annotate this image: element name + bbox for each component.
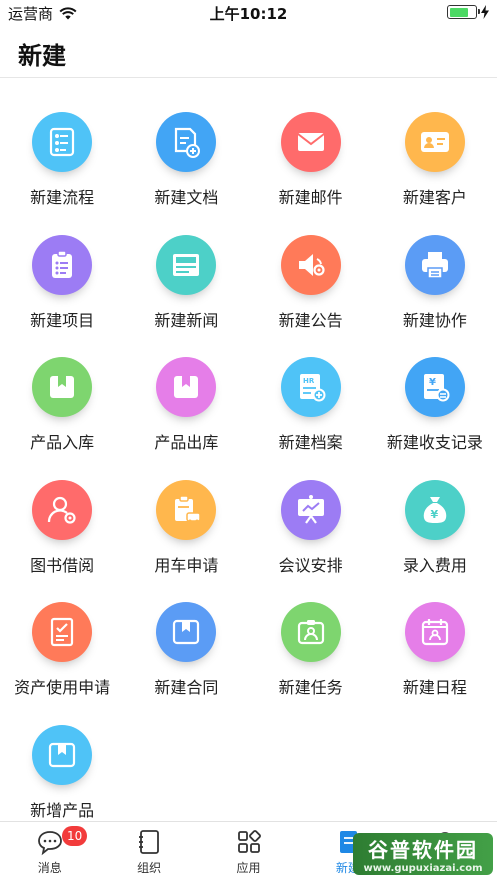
grid-item-new-schedule[interactable]: 新建日程 (373, 590, 497, 713)
grid-item-product-inbound[interactable]: 产品入库 (0, 345, 124, 468)
apps-grid-icon (237, 830, 261, 853)
box-out-icon (156, 357, 217, 417)
grid-item-new-product[interactable]: 新增产品 (0, 713, 124, 836)
grid-item-label: 新建项目 (30, 310, 95, 330)
grid-item-label: 新建协作 (402, 310, 467, 330)
grid-item-label: 产品出库 (154, 433, 219, 452)
grid-item-new-collaboration[interactable]: 新建协作 (373, 223, 497, 346)
grid-item-label: 新建收支记录 (386, 433, 483, 452)
charging-bolt-icon (481, 5, 489, 19)
grid-item-label: 新建客户 (402, 188, 467, 207)
presentation-board-icon (280, 479, 341, 540)
unread-badge: 10 (62, 826, 88, 846)
page-title: 新建 (18, 42, 66, 70)
grid-item-new-process[interactable]: 新建流程 (0, 100, 124, 223)
box-in-icon (32, 357, 93, 417)
grid-item-label: 新建邮件 (278, 188, 343, 207)
header: 新建 (0, 26, 497, 78)
person-gear-icon (32, 479, 93, 540)
watermark-main: 谷普软件园 (368, 838, 478, 862)
svg-text:¥: ¥ (430, 508, 438, 521)
grid-item-label: 资产使用申请 (14, 678, 111, 697)
tab-label: 消息 (37, 861, 62, 875)
printer-icon (404, 234, 465, 295)
grid-item-expense[interactable]: ¥ 录入费用 (373, 468, 497, 591)
grid-item-label: 新建公告 (278, 310, 343, 330)
bottom-tab-bar: 10 消息 组织 应用 新建 谷普软件园 www.gupuxiazai.com (0, 821, 497, 883)
create-grid: 新建流程 新建文档 新建邮件 新建客户 新建项目 新建新闻 新建公告 新建协作 … (0, 100, 497, 835)
grid-item-new-announcement[interactable]: 新建公告 (249, 223, 373, 346)
notebook-icon (139, 830, 160, 854)
grid-item-label: 图书借阅 (30, 555, 95, 575)
grid-item-product-outbound[interactable]: 产品出库 (124, 345, 248, 468)
grid-item-car-request[interactable]: 用车申请 (124, 468, 248, 591)
checklist-doc-icon (32, 602, 93, 662)
grid-item-label: 录入费用 (402, 555, 467, 575)
grid-item-label: 新建日程 (402, 678, 467, 697)
grid-item-new-news[interactable]: 新建新闻 (124, 223, 248, 346)
ledger-yuan-icon: ¥ (404, 357, 465, 417)
status-bar: 运营商 上午10:12 (0, 0, 497, 26)
money-bag-icon: ¥ (404, 479, 465, 540)
grid-item-new-task[interactable]: 新建任务 (249, 590, 373, 713)
grid-item-label: 新建档案 (278, 433, 343, 452)
grid-item-label: 新建新闻 (154, 310, 219, 330)
announcement-speaker-icon (280, 234, 341, 295)
person-task-icon (280, 602, 341, 662)
tab-label: 组织 (137, 861, 162, 875)
status-time: 上午10:12 (209, 5, 288, 23)
tab-label: 应用 (236, 861, 261, 875)
grid-item-label: 新建文档 (154, 188, 219, 207)
status-right (447, 5, 489, 19)
document-add-icon (156, 112, 217, 172)
grid-item-label: 新建任务 (278, 678, 343, 697)
grid-item-label: 新建流程 (30, 188, 95, 207)
watermark-sub: www.gupuxiazai.com (363, 863, 483, 874)
grid-item-label: 新增产品 (30, 800, 95, 820)
watermark-logo: 谷普软件园 www.gupuxiazai.com (353, 833, 493, 875)
grid-item-label: 会议安排 (278, 555, 343, 575)
grid-item-new-mail[interactable]: 新建邮件 (249, 100, 373, 223)
grid-item-new-ledger[interactable]: ¥ 新建收支记录 (373, 345, 497, 468)
flowchart-icon (32, 112, 93, 172)
svg-text:¥: ¥ (429, 377, 436, 388)
grid-item-meeting[interactable]: 会议安排 (249, 468, 373, 591)
box-new-icon (32, 724, 93, 785)
battery-icon (447, 5, 480, 19)
news-icon (156, 234, 217, 295)
grid-item-label: 用车申请 (154, 555, 219, 575)
grid-item-new-project[interactable]: 新建项目 (0, 223, 124, 346)
grid-item-new-contract[interactable]: 新建合同 (124, 590, 248, 713)
grid-item-new-archive[interactable]: HR 新建档案 (249, 345, 373, 468)
tab-messages[interactable]: 10 消息 (0, 822, 99, 883)
chat-bubble-icon (37, 831, 62, 856)
mail-icon (280, 112, 341, 172)
tab-apps[interactable]: 应用 (199, 822, 298, 883)
hr-file-icon: HR (280, 357, 341, 417)
calendar-person-icon (404, 602, 465, 662)
grid-item-new-customer[interactable]: 新建客户 (373, 100, 497, 223)
car-request-icon (156, 479, 217, 540)
grid-item-label: 新建合同 (154, 678, 219, 697)
customer-card-icon (404, 112, 465, 172)
grid-item-book-borrow[interactable]: 图书借阅 (0, 468, 124, 591)
clipboard-list-icon (32, 234, 93, 295)
grid-item-new-document[interactable]: 新建文档 (124, 100, 248, 223)
svg-text:HR: HR (303, 377, 315, 385)
box-contract-icon (156, 602, 217, 662)
tab-organization[interactable]: 组织 (99, 822, 198, 883)
grid-item-asset-request[interactable]: 资产使用申请 (0, 590, 124, 713)
grid-item-label: 产品入库 (30, 433, 95, 452)
